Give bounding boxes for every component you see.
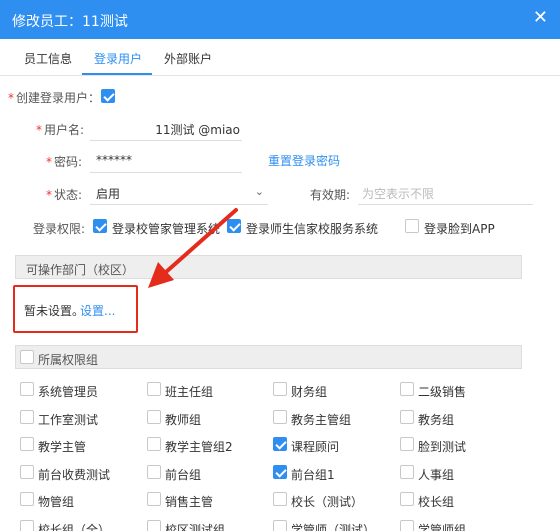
group-checkbox[interactable]	[400, 409, 414, 424]
group-checkbox[interactable]	[147, 519, 161, 531]
group-checkbox[interactable]	[400, 382, 414, 396]
group-label: 财务组	[291, 385, 328, 399]
group-checkbox[interactable]	[400, 492, 414, 506]
group-checkbox[interactable]	[20, 409, 34, 424]
group-checkbox[interactable]	[20, 382, 34, 396]
group-checkbox[interactable]	[273, 382, 287, 396]
group-checkbox[interactable]	[400, 519, 414, 531]
group-checkbox[interactable]	[400, 437, 414, 451]
group-label: 物管组	[38, 495, 75, 509]
group-label: 校长（测试）	[291, 495, 364, 509]
group-checkbox[interactable]	[400, 464, 414, 479]
group-label: 销售主管	[165, 495, 214, 509]
group-label: 教务主管组	[291, 412, 352, 427]
group-label: 教学主管组2	[165, 440, 233, 454]
group-label: 前台组1	[291, 467, 335, 482]
group-label: 前台组	[165, 467, 202, 482]
group-select-all-checkbox[interactable]	[20, 350, 34, 364]
group-label: 校长组	[418, 495, 455, 509]
group-label: 系统管理员	[38, 385, 99, 399]
group-label: 教师组	[165, 412, 202, 427]
group-label: 工作室测试	[38, 412, 99, 427]
group-section-header: 所属权限组	[15, 345, 522, 369]
group-checkbox[interactable]	[273, 519, 287, 531]
group-checkbox[interactable]	[20, 464, 34, 479]
group-checkbox[interactable]	[147, 382, 161, 396]
group-checkbox[interactable]	[147, 492, 161, 506]
group-checkbox[interactable]	[147, 437, 161, 451]
group-checkbox[interactable]	[147, 409, 161, 424]
group-label: 班主任组	[165, 385, 214, 399]
group-label: 学管师组	[418, 522, 467, 531]
group-label: 校区测试组	[165, 522, 226, 531]
group-checkbox[interactable]	[20, 437, 34, 451]
group-checkbox[interactable]	[147, 464, 161, 479]
group-label: 课程顾问	[291, 440, 340, 454]
group-section-title: 所属权限组	[38, 353, 99, 367]
group-checkbox[interactable]	[273, 492, 287, 506]
group-checkbox[interactable]	[273, 464, 287, 479]
group-label: 学管师（测试）	[291, 522, 376, 531]
group-label: 脸到测试	[418, 440, 467, 454]
group-checkbox[interactable]	[273, 437, 287, 451]
group-checkbox[interactable]	[20, 492, 34, 506]
group-label: 教学主管	[38, 440, 87, 454]
group-checkbox[interactable]	[20, 519, 34, 531]
group-label: 人事组	[418, 467, 455, 482]
group-label: 校长组（全）	[38, 522, 111, 531]
group-label: 教务组	[418, 412, 455, 427]
group-label: 二级销售	[418, 385, 467, 399]
group-label: 前台收费测试	[38, 467, 111, 482]
group-checkbox[interactable]	[273, 409, 287, 424]
